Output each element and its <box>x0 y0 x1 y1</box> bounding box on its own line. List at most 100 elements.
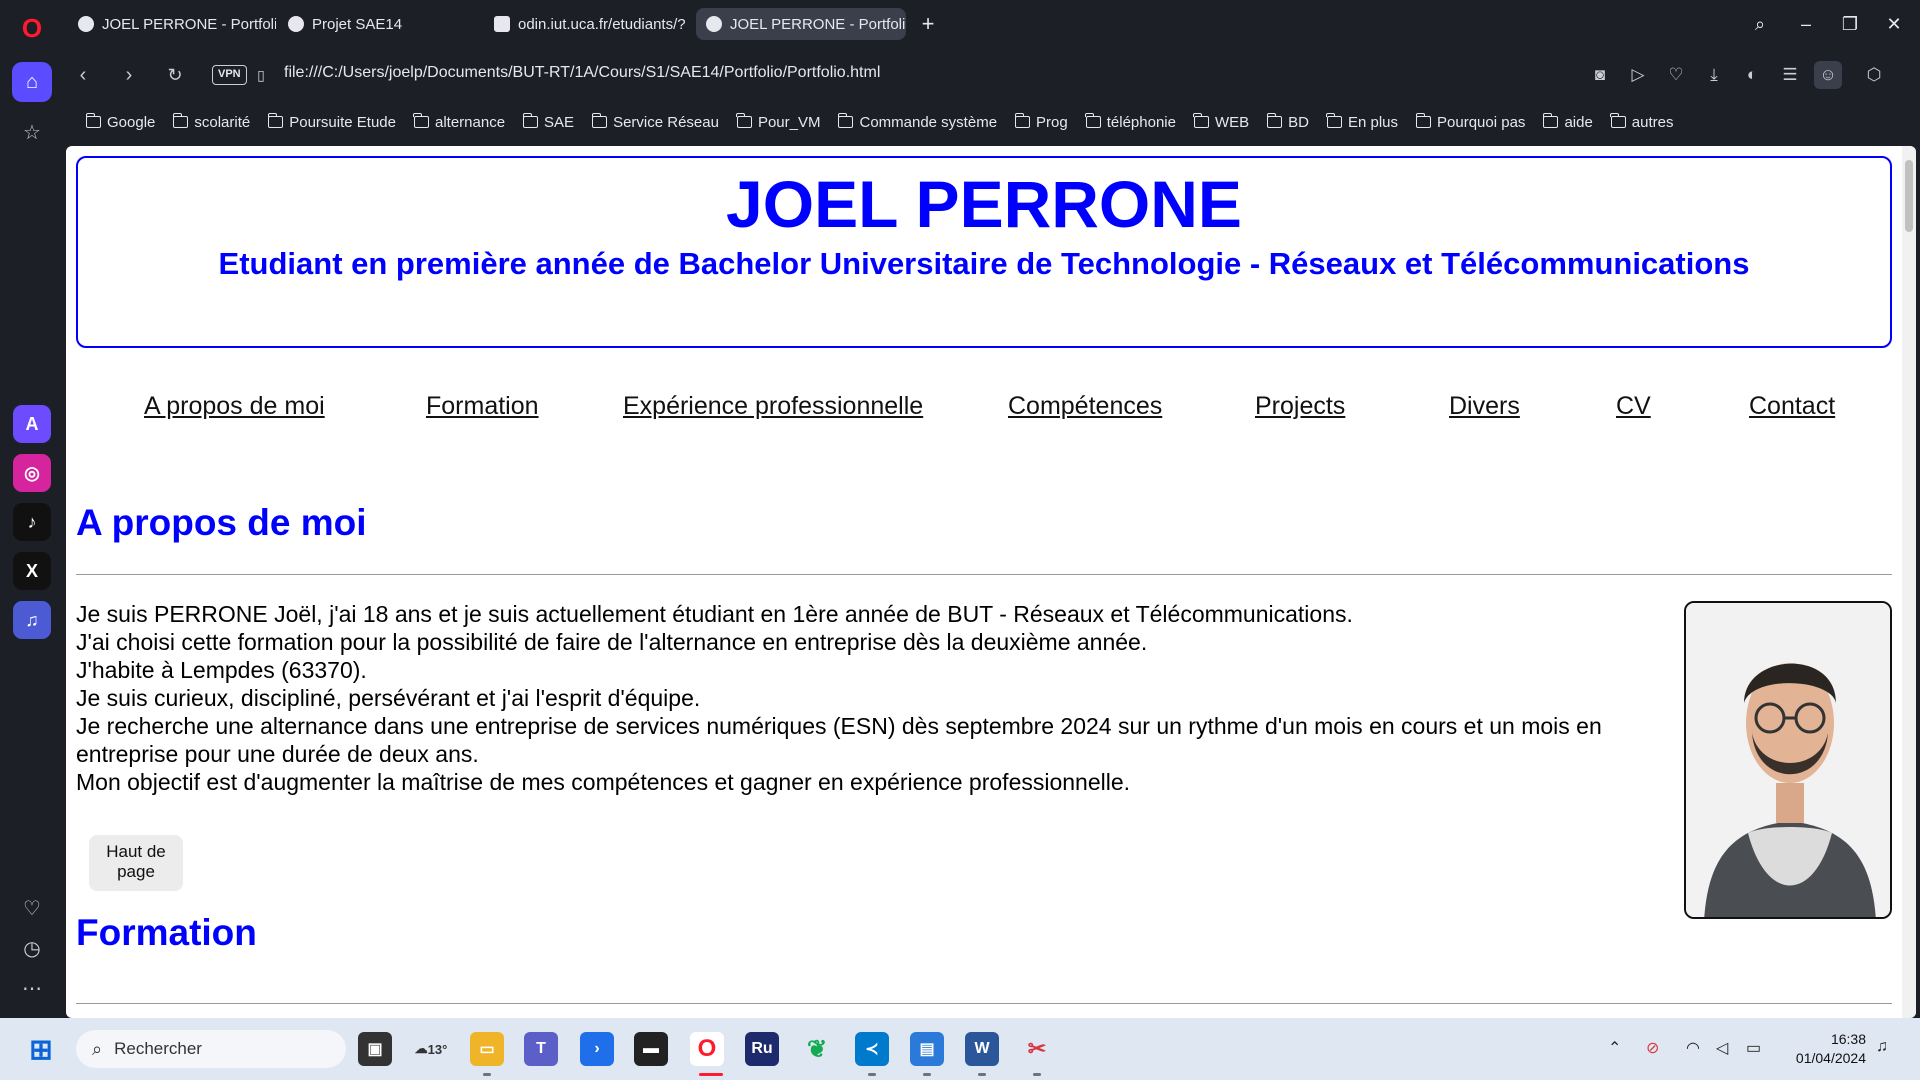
easy-setup-icon[interactable]: ◐ <box>1738 61 1766 89</box>
extensions-icon[interactable]: ⬡ <box>1860 61 1888 89</box>
battery-icon[interactable]: ▭ <box>1746 1038 1761 1058</box>
reload-icon[interactable]: ↻ <box>160 60 190 90</box>
minimize-icon[interactable]: – <box>1792 10 1820 38</box>
site-favicon-icon <box>494 16 510 32</box>
bookmark-item[interactable]: alternance <box>413 113 505 131</box>
bookmark-item[interactable]: Poursuite Etude <box>267 113 396 131</box>
terminal-icon[interactable]: ▬ <box>634 1032 668 1066</box>
heart-icon[interactable]: ♡ <box>12 888 52 928</box>
bookmark-item[interactable]: BD <box>1266 113 1309 131</box>
aria-icon[interactable]: A <box>13 405 51 443</box>
nav-link-cv[interactable]: CV <box>1616 392 1651 421</box>
more-icon[interactable]: ⋯ <box>12 968 52 1008</box>
about-line: J'habite à Lempdes (63370). <box>76 657 367 683</box>
home-icon[interactable]: ⌂ <box>12 62 52 102</box>
new-tab-icon[interactable]: + <box>914 10 942 38</box>
weather-icon[interactable]: ☁ 13° <box>414 1032 448 1066</box>
back-to-top-button[interactable]: Haut de page <box>89 835 183 891</box>
tab-odin[interactable]: odin.iut.uca.fr/etudiants/? <box>484 8 690 40</box>
profile-icon[interactable]: ☺ <box>1814 61 1842 89</box>
tab-title: Projet SAE14 <box>312 15 403 33</box>
back-icon[interactable]: ‹ <box>68 60 98 90</box>
task-view-icon[interactable]: ▣ <box>358 1032 392 1066</box>
folder-icon <box>1193 113 1209 128</box>
search-placeholder: Rechercher <box>114 1039 202 1058</box>
word-icon[interactable]: W <box>965 1032 999 1066</box>
bookmark-item[interactable]: Commande système <box>837 113 997 131</box>
tab-title: JOEL PERRONE - Portfolio <box>730 15 906 33</box>
active-indicator <box>699 1073 723 1076</box>
teams-icon[interactable]: T <box>524 1032 558 1066</box>
bookmarks-bar: Google scolarité Poursuite Etude alterna… <box>64 104 1920 140</box>
bookmark-item[interactable]: Google <box>85 113 155 131</box>
volume-icon[interactable]: ◁ <box>1716 1038 1728 1058</box>
bookmark-item[interactable]: autres <box>1610 113 1674 131</box>
close-icon[interactable]: ✕ <box>1880 10 1908 38</box>
camera-icon[interactable]: ◙ <box>1586 61 1614 89</box>
tiktok-icon[interactable]: ♪ <box>13 503 51 541</box>
bookmark-item[interactable]: Pourquoi pas <box>1415 113 1525 131</box>
play-icon[interactable]: ▷ <box>1624 61 1652 89</box>
notification-bell-icon[interactable]: ♫ <box>1876 1038 1888 1056</box>
tab-portfolio-active[interactable]: JOEL PERRONE - Portfolio <box>696 8 906 40</box>
bookmark-item[interactable]: WEB <box>1193 113 1249 131</box>
nav-link-formation[interactable]: Formation <box>426 392 539 421</box>
history-icon[interactable]: ◷ <box>12 928 52 968</box>
star-icon[interactable]: ☆ <box>12 112 52 152</box>
instagram-icon[interactable]: ◎ <box>13 454 51 492</box>
tab-portfolio-1[interactable]: JOEL PERRONE - Portfolio <box>68 8 276 40</box>
wifi-icon[interactable]: ◠ <box>1686 1038 1700 1058</box>
tab-title: odin.iut.uca.fr/etudiants/? <box>518 15 686 33</box>
browser-sidebar: O ⌂ ☆ A ◎ ♪ X ♫ ♡ ◷ ⋯ <box>0 0 64 1018</box>
nav-link-projects[interactable]: Projects <box>1255 392 1345 421</box>
powershell-icon[interactable]: › <box>580 1032 614 1066</box>
tray-chevron-icon[interactable]: ⌃ <box>1608 1038 1621 1058</box>
vscode-icon[interactable]: ≺ <box>855 1032 889 1066</box>
bookmark-item[interactable]: En plus <box>1326 113 1398 131</box>
bookmark-item[interactable]: Service Réseau <box>591 113 719 131</box>
nav-link-contact[interactable]: Contact <box>1749 392 1835 421</box>
network-alert-icon[interactable]: ⊘ <box>1646 1038 1659 1058</box>
notepad-icon[interactable]: ▤ <box>910 1032 944 1066</box>
nav-link-divers[interactable]: Divers <box>1449 392 1520 421</box>
nav-link-experience[interactable]: Expérience professionnelle <box>623 392 923 421</box>
folder-icon <box>1085 113 1101 128</box>
nav-link-competences[interactable]: Compétences <box>1008 392 1162 421</box>
menu-icon[interactable]: ☰ <box>1776 61 1804 89</box>
taskbar-clock[interactable]: 16:38 01/04/2024 <box>1796 1030 1866 1068</box>
mongodb-icon[interactable]: ❦ <box>800 1032 834 1066</box>
folder-icon <box>522 113 539 128</box>
vpn-badge[interactable]: VPN <box>212 65 247 85</box>
music-player-icon[interactable]: ♫ <box>13 601 51 639</box>
scrollbar-thumb[interactable] <box>1905 160 1913 232</box>
search-tabs-icon[interactable]: ⌕ <box>1746 10 1774 38</box>
snipping-tool-icon[interactable]: ✂ <box>1020 1032 1054 1066</box>
bookmark-item[interactable]: aide <box>1542 113 1593 131</box>
bookmark-item[interactable]: Pour_VM <box>736 113 820 131</box>
running-indicator <box>483 1073 491 1076</box>
restore-icon[interactable]: ❐ <box>1836 10 1864 38</box>
download-icon[interactable]: ⤓ <box>1700 61 1728 89</box>
opera-logo-icon[interactable]: O <box>12 8 52 48</box>
page-subtitle: Etudiant en première année de Bachelor U… <box>218 246 1750 281</box>
bookmark-item[interactable]: Prog <box>1014 113 1068 131</box>
opera-taskbar-icon[interactable]: O <box>690 1032 724 1066</box>
file-explorer-icon[interactable]: ▭ <box>470 1032 504 1066</box>
page-scrollbar[interactable] <box>1902 146 1916 1018</box>
bookmark-item[interactable]: scolarité <box>172 113 250 131</box>
taskbar-search[interactable]: ⌕ Rechercher <box>76 1030 346 1068</box>
url-field[interactable]: file:///C:/Users/joelp/Documents/BUT-RT/… <box>284 64 880 82</box>
bookmark-item[interactable]: téléphonie <box>1085 113 1176 131</box>
nav-link-about[interactable]: A propos de moi <box>144 392 325 421</box>
tab-projet-sae14[interactable]: Projet SAE14 <box>278 8 478 40</box>
x-twitter-icon[interactable]: X <box>13 552 51 590</box>
windows-start-icon[interactable]: ⊞ <box>24 1032 58 1066</box>
bookmark-item[interactable]: SAE <box>522 113 574 131</box>
desktop-screen: O ⌂ ☆ A ◎ ♪ X ♫ ♡ ◷ ⋯ JOEL PERRONE - Por… <box>0 0 1920 1080</box>
ruby-app-icon[interactable]: Ru <box>745 1032 779 1066</box>
heart-icon[interactable]: ♡ <box>1662 61 1690 89</box>
page-viewport[interactable]: JOEL PERRONE Etudiant en première année … <box>66 146 1916 1018</box>
tab-title: JOEL PERRONE - Portfolio <box>102 15 276 33</box>
forward-icon[interactable]: › <box>114 60 144 90</box>
profile-photo <box>1684 601 1892 919</box>
